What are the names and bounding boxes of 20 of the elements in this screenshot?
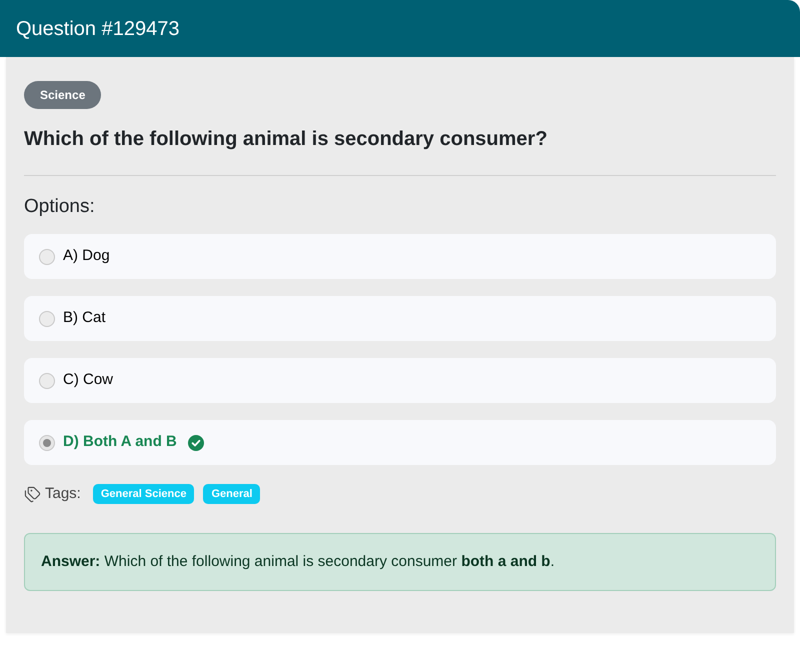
- radio-button[interactable]: [39, 310, 55, 326]
- tags-icon: [24, 486, 41, 502]
- option-text: C) Cow: [63, 370, 114, 390]
- option-text: D) Both A and B: [63, 432, 177, 452]
- tags-label: Tags:: [45, 484, 81, 504]
- category-badge: Science: [24, 81, 102, 109]
- option-text: A) Dog: [63, 246, 110, 266]
- radio-button[interactable]: [39, 434, 55, 450]
- answer-text: Answer: Which of the following animal is secondary consumer both a and b.: [41, 552, 555, 572]
- option-row[interactable]: C) Cow: [24, 358, 776, 403]
- radio-button[interactable]: [39, 248, 55, 264]
- check-circle-icon: [188, 434, 204, 450]
- option-row[interactable]: A) Dog: [24, 234, 776, 279]
- option-text: B) Cat: [63, 308, 106, 328]
- question-text: Which of the following animal is secondary consumer?: [24, 127, 548, 152]
- option-row[interactable]: D) Both A and B: [24, 420, 776, 465]
- options-label: Options:: [24, 195, 96, 219]
- option-row[interactable]: B) Cat: [24, 296, 776, 341]
- radio-button[interactable]: [39, 372, 55, 388]
- question-title: Question #129473: [16, 16, 180, 42]
